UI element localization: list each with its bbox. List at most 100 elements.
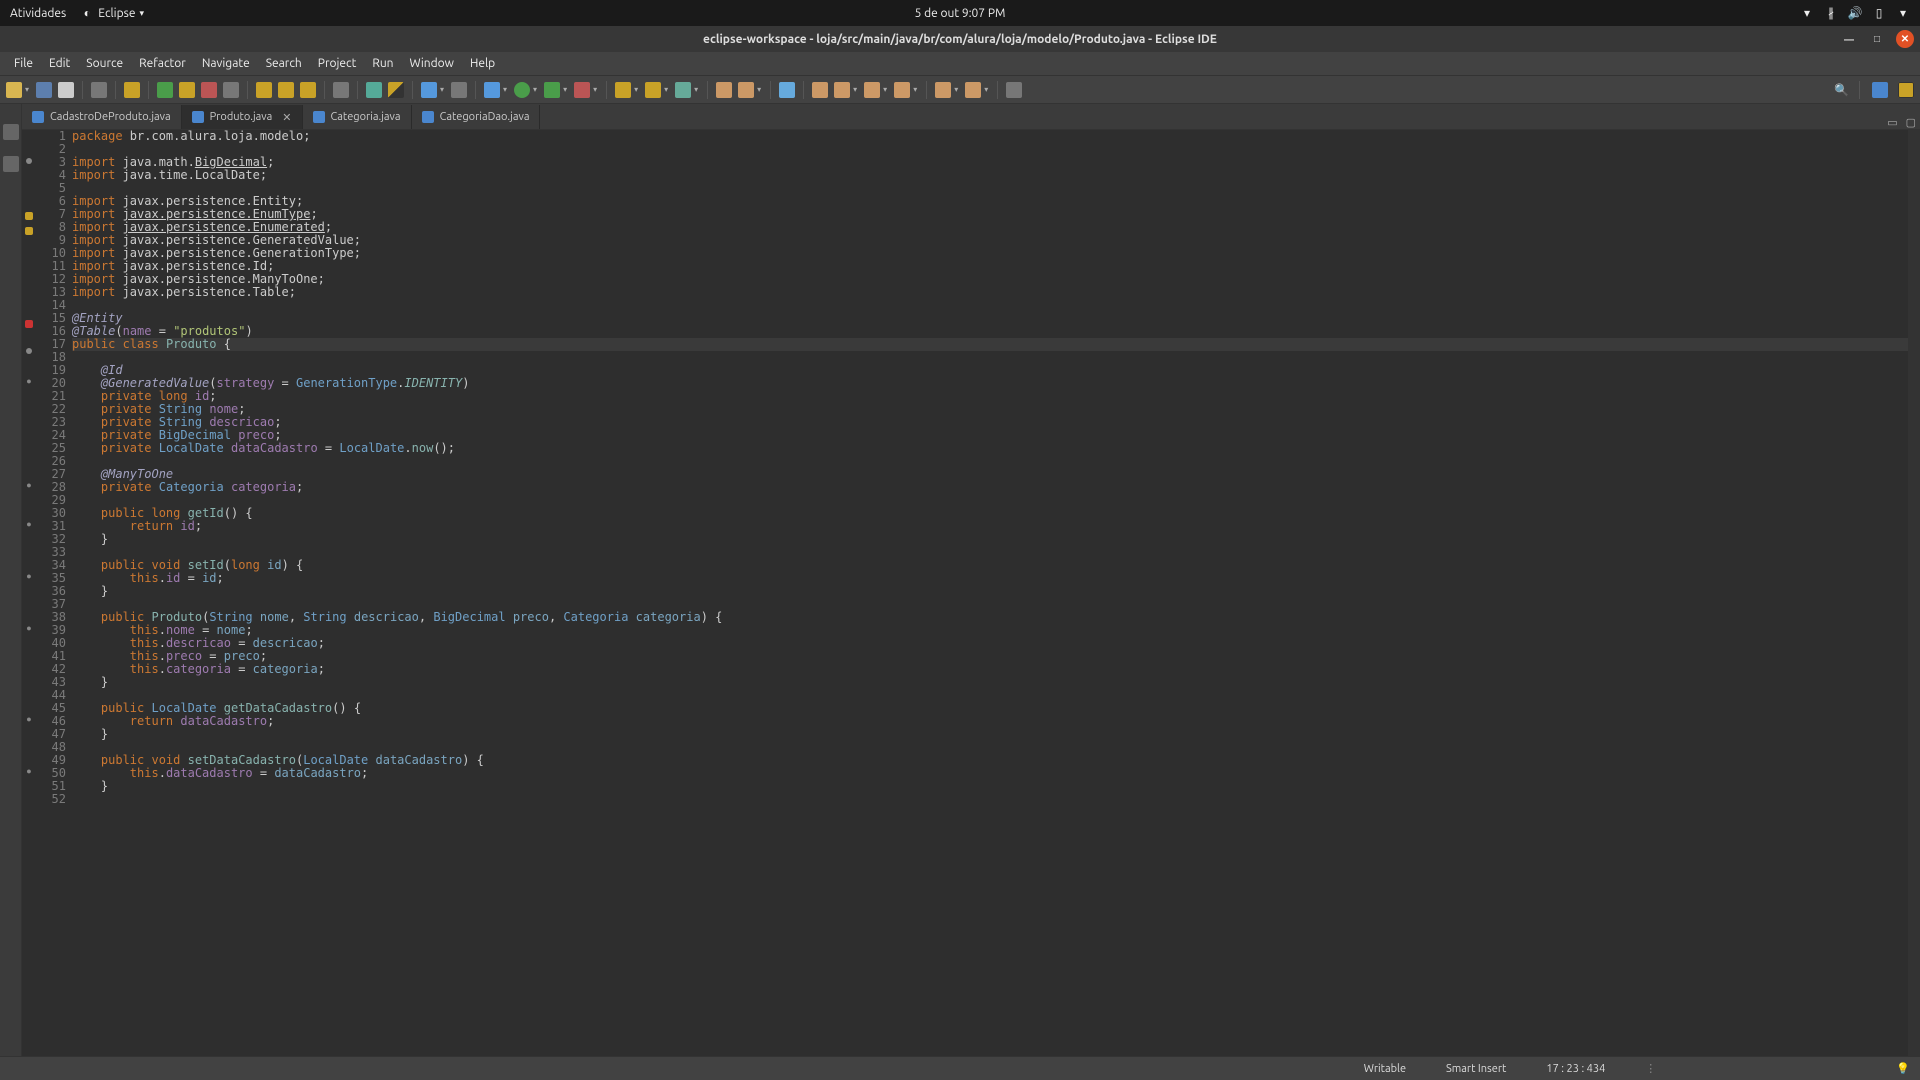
status-menu-icon[interactable]: ⋮ <box>1645 1062 1656 1075</box>
gutter-marker[interactable] <box>22 348 36 361</box>
gutter-marker[interactable] <box>22 530 36 543</box>
chevron-down-icon[interactable]: ▾ <box>694 85 698 94</box>
code-line[interactable]: public LocalDate getDataCadastro() { <box>72 702 1908 715</box>
gutter-marker[interactable] <box>22 595 36 608</box>
gutter-marker[interactable]: ● <box>22 569 36 582</box>
nav-icon[interactable] <box>894 82 910 98</box>
wifi-icon[interactable]: ▾ <box>1800 6 1814 20</box>
code-line[interactable]: public void setId(long id) { <box>72 559 1908 572</box>
nav-icon[interactable] <box>834 82 850 98</box>
save-all-icon[interactable] <box>58 82 74 98</box>
gutter-marker[interactable]: ● <box>22 374 36 387</box>
menu-edit[interactable]: Edit <box>41 55 78 72</box>
drop-frame-icon[interactable] <box>333 82 349 98</box>
gutter-marker[interactable] <box>22 777 36 790</box>
gutter-marker[interactable] <box>22 279 36 292</box>
menu-help[interactable]: Help <box>462 55 503 72</box>
run-last-icon[interactable] <box>574 82 590 98</box>
code-line[interactable]: this.nome = nome; <box>72 624 1908 637</box>
gutter-marker[interactable] <box>22 387 36 400</box>
resume-icon[interactable] <box>157 82 173 98</box>
editor-tab[interactable]: Produto.java✕ <box>182 105 303 129</box>
code-line[interactable] <box>72 455 1908 468</box>
menu-search[interactable]: Search <box>258 55 310 72</box>
system-menu-icon[interactable]: ▾ <box>1896 6 1910 20</box>
gutter-marker[interactable] <box>22 439 36 452</box>
minimize-view-icon[interactable]: ▭ <box>1887 116 1897 129</box>
gutter-marker[interactable] <box>22 491 36 504</box>
gutter-marker[interactable]: ● <box>22 712 36 725</box>
quick-access-icon[interactable]: 🔍 <box>1834 83 1849 97</box>
gutter-marker[interactable]: ● <box>22 764 36 777</box>
code-line[interactable]: private Categoria categoria; <box>72 481 1908 494</box>
tip-icon[interactable]: 💡 <box>1896 1062 1910 1075</box>
gutter-marker[interactable] <box>22 184 36 197</box>
close-tab-icon[interactable]: ✕ <box>282 111 291 124</box>
gutter-marker[interactable] <box>22 266 36 279</box>
menu-source[interactable]: Source <box>78 55 131 72</box>
step-into-icon[interactable] <box>256 82 272 98</box>
code-line[interactable]: } <box>72 533 1908 546</box>
gutter-marker[interactable] <box>22 292 36 305</box>
disconnect-icon[interactable] <box>223 82 239 98</box>
gutter-marker[interactable] <box>22 751 36 764</box>
new-java-icon[interactable] <box>615 82 631 98</box>
code-line[interactable]: import javax.persistence.Entity; <box>72 195 1908 208</box>
gutter-marker[interactable] <box>22 333 36 346</box>
gutter-marker[interactable] <box>22 673 36 686</box>
chevron-down-icon[interactable]: ▾ <box>634 85 638 94</box>
gutter-marker[interactable] <box>22 790 36 803</box>
bluetooth-icon[interactable]: ∦ <box>1824 6 1838 20</box>
gutter-marker[interactable] <box>22 465 36 478</box>
run-icon[interactable] <box>514 82 530 98</box>
gutter-marker[interactable] <box>22 803 36 816</box>
open-task-icon[interactable] <box>716 82 732 98</box>
chevron-down-icon[interactable]: ▾ <box>883 85 887 94</box>
maximize-button[interactable]: □ <box>1868 30 1886 48</box>
gutter-marker[interactable] <box>22 253 36 266</box>
gutter-marker[interactable] <box>22 400 36 413</box>
chevron-down-icon[interactable]: ▾ <box>503 85 507 94</box>
gutter-marker[interactable] <box>22 305 36 318</box>
gutter-marker[interactable] <box>22 212 36 225</box>
skip-breakpoints-icon[interactable] <box>451 82 467 98</box>
chevron-down-icon[interactable]: ▾ <box>440 85 444 94</box>
gutter-marker[interactable] <box>22 686 36 699</box>
search-icon[interactable] <box>738 82 754 98</box>
chevron-down-icon[interactable]: ▾ <box>593 85 597 94</box>
use-step-filters-icon[interactable] <box>366 82 382 98</box>
gutter-marker[interactable] <box>22 413 36 426</box>
code-line[interactable] <box>72 182 1908 195</box>
chevron-down-icon[interactable]: ▾ <box>533 85 537 94</box>
new-package-icon[interactable] <box>645 82 661 98</box>
outline-icon[interactable] <box>3 156 19 172</box>
menu-file[interactable]: File <box>6 55 41 72</box>
overview-ruler[interactable] <box>1908 130 1920 1056</box>
code-line[interactable] <box>72 793 1908 806</box>
gutter-marker[interactable] <box>22 647 36 660</box>
minimize-button[interactable]: — <box>1840 30 1858 48</box>
code-line[interactable]: import java.time.LocalDate; <box>72 169 1908 182</box>
code-line[interactable]: private LocalDate dataCadastro = LocalDa… <box>72 442 1908 455</box>
chevron-down-icon[interactable]: ▾ <box>563 85 567 94</box>
marker-gutter[interactable]: ●●●●●●● <box>22 130 36 1056</box>
breakpoint-icon[interactable] <box>421 82 437 98</box>
code-line[interactable]: package br.com.alura.loja.modelo; <box>72 130 1908 143</box>
gutter-marker[interactable] <box>22 130 36 143</box>
code-line[interactable]: import javax.persistence.EnumType; <box>72 208 1908 221</box>
gutter-marker[interactable] <box>22 320 36 333</box>
chevron-down-icon[interactable]: ▾ <box>984 85 988 94</box>
code-line[interactable] <box>72 494 1908 507</box>
gutter-marker[interactable] <box>22 660 36 673</box>
volume-icon[interactable]: 🔊 <box>1848 6 1862 20</box>
code-line[interactable]: @Entity <box>72 312 1908 325</box>
suspend-icon[interactable] <box>179 82 195 98</box>
menu-refactor[interactable]: Refactor <box>131 55 194 72</box>
gutter-marker[interactable] <box>22 171 36 184</box>
code-line[interactable]: } <box>72 728 1908 741</box>
build-icon[interactable] <box>91 82 107 98</box>
java-perspective-icon[interactable] <box>1872 82 1888 98</box>
package-explorer-icon[interactable] <box>3 124 19 140</box>
code-line[interactable]: private String descricao; <box>72 416 1908 429</box>
chevron-down-icon[interactable]: ▾ <box>664 85 668 94</box>
